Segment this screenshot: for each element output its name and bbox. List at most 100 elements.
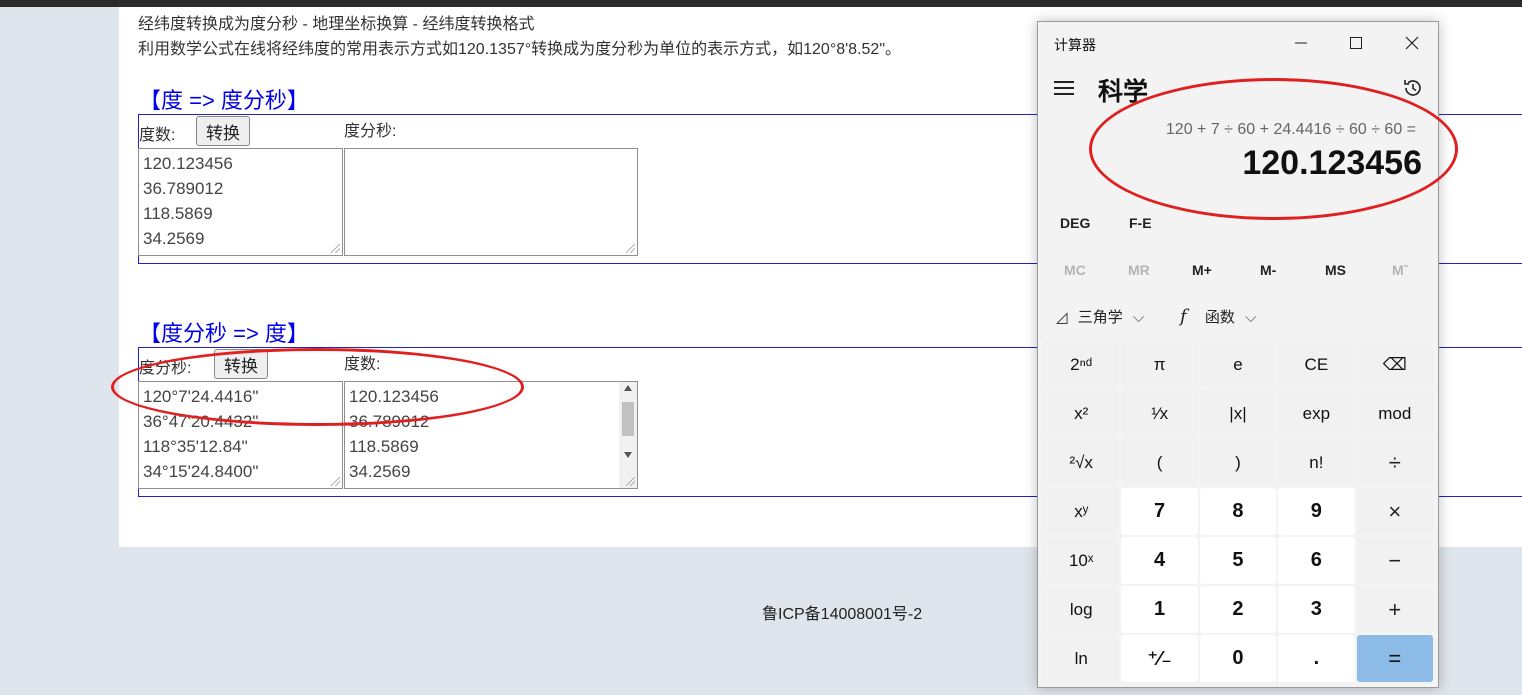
section2-input-textarea[interactable]: 120°7'24.4416" 36°47'20.4432" 118°35'12.84… xyxy=(138,381,343,489)
memory-button-m: Mˇ xyxy=(1392,262,1409,278)
plus-key[interactable]: + xyxy=(1356,586,1433,633)
section1-input-lines: 120.123456 36.789012 118.5869 34.2569 xyxy=(143,151,338,251)
abs-key[interactable]: |x| xyxy=(1199,390,1277,437)
close-icon[interactable] xyxy=(1397,30,1427,56)
textarea-line: 118.5869 xyxy=(349,437,419,456)
section1-output-textarea[interactable] xyxy=(344,148,638,256)
digit-8-key[interactable]: 8 xyxy=(1199,488,1277,535)
calculator-result: 120.123456 xyxy=(1242,144,1422,182)
footer-icp: 鲁ICP备14008001号-2 xyxy=(762,606,923,623)
keypad: 2ⁿᵈ π e CE ⌫ x² ¹⁄x |x| exp mod ²√x() n! ÷ xʸ 7 8 9 × 10ˣ 4… xyxy=(1043,341,1435,682)
mod-key[interactable]: mod xyxy=(1356,390,1433,437)
minimize-icon[interactable] xyxy=(1286,30,1316,56)
resize-grip-icon[interactable] xyxy=(626,477,635,486)
ln-key[interactable]: ln xyxy=(1043,635,1120,682)
memory-button-ms[interactable]: MS xyxy=(1325,262,1346,278)
equals-key[interactable]: = xyxy=(1356,635,1433,682)
memory-button-mr: MR xyxy=(1128,262,1150,278)
section1-output-label: 度分秒: xyxy=(344,123,397,140)
digit-9-key[interactable]: 9 xyxy=(1278,488,1355,535)
browser-top-bar xyxy=(0,0,1522,7)
function-label: 函数 xyxy=(1204,309,1235,326)
log-key[interactable]: log xyxy=(1043,586,1120,633)
digit-1-key[interactable]: 1 xyxy=(1121,586,1198,633)
divide-key[interactable]: ÷ xyxy=(1356,439,1433,486)
textarea-line: 36°47'20.4432" xyxy=(143,412,259,431)
pi-key[interactable]: π xyxy=(1121,341,1198,388)
textarea-line: 118°35'12.84" xyxy=(143,437,248,456)
section2-output-textarea[interactable]: 120.123456 36.789012 118.5869 34.2569 xyxy=(344,381,638,489)
calculator-title: 计算器 xyxy=(1054,37,1096,53)
multiply-key[interactable]: × xyxy=(1356,488,1433,535)
reciprocal-key[interactable]: ¹⁄x xyxy=(1121,390,1198,437)
trig-label: 三角学 xyxy=(1077,309,1123,326)
scroll-down-arrow-icon[interactable] xyxy=(624,452,632,458)
chevron-down-icon: ⌵ xyxy=(1132,309,1145,326)
scroll-up-arrow-icon[interactable] xyxy=(624,385,632,391)
section2-output-label: 度数: xyxy=(344,356,381,373)
ten-power-key[interactable]: 10ˣ xyxy=(1043,537,1120,584)
close-paren-key[interactable]: ) xyxy=(1199,439,1277,486)
memory-button-m[interactable]: M+ xyxy=(1192,262,1212,278)
function-icon: f xyxy=(1180,306,1187,327)
history-icon[interactable] xyxy=(1402,77,1424,99)
digit-3-key[interactable]: 3 xyxy=(1278,586,1355,633)
page-description: 利用数学公式在线将经纬度的常用表示方式如120.1357°转换成为度分秒为单位的… xyxy=(138,41,902,58)
textarea-line: 36.789012 xyxy=(143,179,224,198)
page-heading: 经纬度转换成为度分秒 - 地理坐标换算 - 经纬度转换格式 xyxy=(138,16,535,33)
trig-icon: ◿ xyxy=(1056,309,1068,326)
resize-grip-icon[interactable] xyxy=(626,244,635,253)
memory-button-m[interactable]: M- xyxy=(1260,262,1276,278)
digit-6-key[interactable]: 6 xyxy=(1278,537,1355,584)
textarea-line: 34.2569 xyxy=(349,462,411,481)
digit-4-key[interactable]: 4 xyxy=(1121,537,1198,584)
section1-convert-button[interactable]: 转换 xyxy=(196,116,250,146)
fe-button[interactable]: F-E xyxy=(1129,215,1152,231)
menu-icon[interactable] xyxy=(1054,81,1074,95)
section1-input-label: 度数: xyxy=(139,127,176,144)
resize-grip-icon[interactable] xyxy=(331,477,340,486)
textarea-line: 118.5869 xyxy=(143,204,213,223)
textarea-line: 120.123456 xyxy=(349,387,439,406)
resize-grip-icon[interactable] xyxy=(331,244,340,253)
section2-input-lines: 120°7'24.4416" 36°47'20.4432" 118°35'12.84… xyxy=(143,384,338,484)
second-key[interactable]: 2ⁿᵈ xyxy=(1043,341,1120,388)
calculator-window: 计算器 科学 120 + 7 ÷ 60 + 24.4416 ÷ 60 ÷ 60 … xyxy=(1037,21,1439,688)
memory-button-mc: MC xyxy=(1064,262,1086,278)
square-key[interactable]: x² xyxy=(1043,390,1120,437)
textarea-line: 36.789012 xyxy=(349,412,430,431)
decimal-key[interactable]: . xyxy=(1278,635,1355,682)
textarea-line: 34°15'24.8400" xyxy=(143,462,259,481)
angle-mode-button[interactable]: DEG xyxy=(1060,215,1090,231)
digit-7-key[interactable]: 7 xyxy=(1121,488,1198,535)
digit-0-key[interactable]: 0 xyxy=(1199,635,1277,682)
section2-input-label: 度分秒: xyxy=(139,360,192,377)
textarea-line: 34.2569 xyxy=(143,229,205,248)
e-key[interactable]: e xyxy=(1199,341,1277,388)
section2-output-lines: 120.123456 36.789012 118.5869 34.2569 xyxy=(349,384,633,484)
section2-convert-button[interactable]: 转换 xyxy=(214,349,268,379)
digit-2-key[interactable]: 2 xyxy=(1199,586,1277,633)
minus-key[interactable]: − xyxy=(1356,537,1433,584)
negate-key[interactable]: ⁺⁄₋ xyxy=(1121,635,1198,682)
exp-key[interactable]: exp xyxy=(1278,390,1355,437)
section1-title: 【度 => 度分秒】 xyxy=(139,88,309,113)
maximize-icon[interactable] xyxy=(1341,30,1371,56)
output-scrollbar[interactable] xyxy=(619,382,637,488)
textarea-line: 120°7'24.4416" xyxy=(143,387,259,406)
open-paren-key[interactable]: ( xyxy=(1121,439,1198,486)
section1-input-textarea[interactable]: 120.123456 36.789012 118.5869 34.2569 xyxy=(138,148,343,256)
chevron-down-icon: ⌵ xyxy=(1245,309,1257,326)
digit-5-key[interactable]: 5 xyxy=(1199,537,1277,584)
sqrt-key[interactable]: ²√x xyxy=(1043,439,1120,486)
calculator-expression: 120 + 7 ÷ 60 + 24.4416 ÷ 60 ÷ 60 = xyxy=(1165,121,1416,138)
section2-title: 【度分秒 => 度】 xyxy=(139,321,309,346)
backspace-key[interactable]: ⌫ xyxy=(1356,341,1433,388)
factorial-key[interactable]: n! xyxy=(1278,439,1355,486)
function-dropdown[interactable]: f 函数 ⌵ xyxy=(1180,306,1256,327)
clear-entry-key[interactable]: CE xyxy=(1278,341,1355,388)
power-key[interactable]: xʸ xyxy=(1043,488,1120,535)
scroll-thumb[interactable] xyxy=(622,402,634,436)
trig-dropdown[interactable]: ◿ 三角学 ⌵ xyxy=(1056,306,1144,327)
textarea-line: 120.123456 xyxy=(143,154,233,173)
